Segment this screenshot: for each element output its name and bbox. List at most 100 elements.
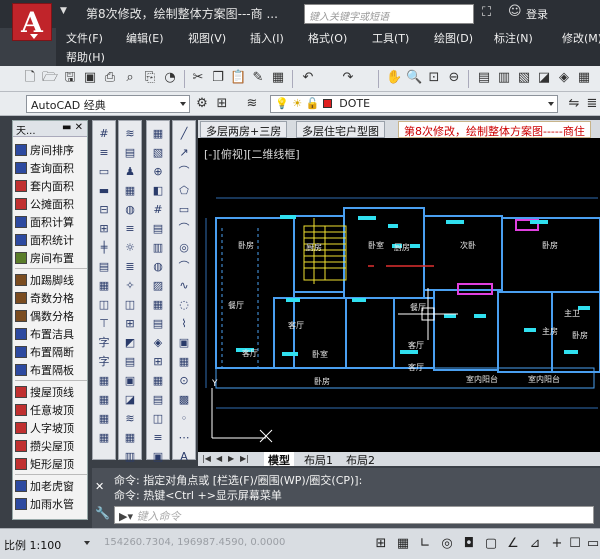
- tool-icon[interactable]: ▤: [97, 260, 111, 274]
- tool-icon[interactable]: ≣: [123, 260, 137, 274]
- menu-dimension[interactable]: 标注(N): [494, 30, 533, 46]
- tool-icon[interactable]: ◎: [177, 241, 191, 255]
- panel-item[interactable]: 面积统计: [15, 231, 87, 249]
- command-input[interactable]: ▶▾ 键入命令: [114, 506, 594, 524]
- menu-edit[interactable]: 编辑(E): [126, 30, 164, 46]
- markup-icon[interactable]: ◈: [556, 70, 572, 86]
- new-file-icon[interactable]: 🗋: [22, 70, 38, 86]
- user-icon[interactable]: ☺: [508, 4, 522, 19]
- tool-icon[interactable]: ◫: [97, 298, 111, 312]
- first-layout-icon[interactable]: |◀: [202, 453, 212, 465]
- panel-item[interactable]: 偶数分格: [15, 307, 87, 325]
- tool-icon[interactable]: ⌒: [177, 165, 191, 179]
- menu-modify[interactable]: 修改(M): [562, 30, 600, 46]
- transparency-icon[interactable]: ☐: [566, 535, 584, 553]
- properties-icon[interactable]: ▤: [476, 70, 492, 86]
- tool-icon[interactable]: ⊞: [97, 222, 111, 236]
- tool-icon[interactable]: ◍: [151, 260, 165, 274]
- search-input[interactable]: 键入关键字或短语: [304, 4, 474, 24]
- panel-item[interactable]: 公摊面积: [15, 195, 87, 213]
- panel-item[interactable]: 加老虎窗: [15, 477, 87, 495]
- layer-properties-icon[interactable]: ≋: [244, 96, 260, 112]
- menu-format[interactable]: 格式(O): [308, 30, 347, 46]
- close-icon[interactable]: ✕: [95, 480, 104, 493]
- grid-display-icon[interactable]: ▦: [394, 535, 412, 553]
- tool-icon[interactable]: ▭: [177, 203, 191, 217]
- last-layout-icon[interactable]: ▶|: [240, 453, 250, 465]
- panel-item[interactable]: 人字坡顶: [15, 419, 87, 437]
- layer-previous-icon[interactable]: ≣: [584, 96, 600, 112]
- tool-icon[interactable]: ▦: [151, 374, 165, 388]
- tool-icon[interactable]: ≋: [123, 412, 137, 426]
- object-snap-icon[interactable]: ◘: [460, 535, 478, 553]
- tool-icon[interactable]: A: [177, 450, 191, 464]
- match-properties-icon[interactable]: ✎: [250, 70, 266, 86]
- menu-insert[interactable]: 插入(I): [250, 30, 284, 46]
- panel-item[interactable]: 攒尖屋顶: [15, 437, 87, 455]
- drawing-canvas[interactable]: [-][俯视][二维线框] Y 卧房 厨房 卧室 厨房 次卧 卧房 餐厅 餐厅 …: [198, 138, 600, 452]
- dynamic-input-icon[interactable]: ⊿: [526, 535, 544, 553]
- menu-help[interactable]: 帮助(H): [66, 49, 105, 65]
- tool-icon[interactable]: #: [97, 127, 111, 141]
- wrench-icon[interactable]: 🔧: [95, 506, 110, 520]
- menu-file[interactable]: 文件(F): [66, 30, 103, 46]
- workspace-select[interactable]: AutoCAD 经典: [26, 95, 190, 113]
- dynamic-ucs-icon[interactable]: ∠: [504, 535, 522, 553]
- 3d-object-snap-icon[interactable]: ▢: [482, 535, 500, 553]
- tool-icon[interactable]: ⌇: [177, 317, 191, 331]
- tab-doc-1[interactable]: 多层两房+三房: [200, 121, 288, 138]
- tool-icon[interactable]: ▦: [151, 127, 165, 141]
- chevron-down-icon[interactable]: [84, 541, 90, 545]
- tool-icon[interactable]: ▦: [123, 431, 137, 445]
- panel-item[interactable]: 矩形屋顶: [15, 455, 87, 473]
- tool-icon[interactable]: ▣: [123, 374, 137, 388]
- tool-icon[interactable]: ╱: [177, 127, 191, 141]
- panel-header[interactable]: 天... ▬ ✕: [13, 121, 87, 137]
- cut-icon[interactable]: ✂: [190, 70, 206, 86]
- save-icon[interactable]: 🖫: [62, 70, 78, 86]
- tab-model[interactable]: 模型: [264, 452, 294, 467]
- workspace-switch-icon[interactable]: ⊞: [214, 96, 230, 112]
- menu-tools[interactable]: 工具(T): [372, 30, 409, 46]
- paste-icon[interactable]: 📋: [230, 70, 246, 86]
- tool-icon[interactable]: ▦: [97, 393, 111, 407]
- panel-item[interactable]: 加踢脚线: [15, 271, 87, 289]
- tool-icon[interactable]: ⋯: [177, 431, 191, 445]
- tool-icon[interactable]: ▤: [123, 146, 137, 160]
- quick-access-dropdown-icon[interactable]: ▼: [60, 6, 67, 16]
- workspace-settings-icon[interactable]: ⚙: [194, 96, 210, 112]
- tool-icon[interactable]: ◌: [177, 298, 191, 312]
- tool-icon[interactable]: ▥: [151, 241, 165, 255]
- tool-icon[interactable]: ✧: [123, 279, 137, 293]
- tool-icon[interactable]: ▣: [151, 450, 165, 464]
- make-current-layer-icon[interactable]: ⇋: [566, 96, 582, 112]
- tool-icon[interactable]: ◪: [123, 393, 137, 407]
- polar-tracking-icon[interactable]: ◎: [438, 535, 456, 553]
- tool-icon[interactable]: ▦: [97, 412, 111, 426]
- tool-icon[interactable]: ⊙: [177, 374, 191, 388]
- panel-item[interactable]: 布置洁具: [15, 325, 87, 343]
- tool-icon[interactable]: ▥: [123, 450, 137, 464]
- redo-icon[interactable]: ↷: [340, 70, 356, 86]
- design-center-icon[interactable]: ▥: [496, 70, 512, 86]
- tool-icon[interactable]: ▭: [97, 165, 111, 179]
- tool-icon[interactable]: ◫: [123, 298, 137, 312]
- panel-item[interactable]: 任意坡顶: [15, 401, 87, 419]
- preview-icon[interactable]: ⌕: [122, 70, 138, 86]
- panel-item[interactable]: 布置隔断: [15, 343, 87, 361]
- tool-icon[interactable]: ⊞: [123, 317, 137, 331]
- tool-icon[interactable]: ⊕: [151, 165, 165, 179]
- tab-layout1[interactable]: 布局1: [300, 452, 337, 467]
- panel-item[interactable]: 房间布置: [15, 249, 87, 267]
- panel-item[interactable]: 查询面积: [15, 159, 87, 177]
- panel-item[interactable]: 搜屋顶线: [15, 383, 87, 401]
- tool-icon[interactable]: ▤: [123, 355, 137, 369]
- zoom-previous-icon[interactable]: ⊖: [446, 70, 462, 86]
- block-editor-icon[interactable]: ▦: [270, 70, 286, 86]
- tool-icon[interactable]: ▦: [151, 298, 165, 312]
- panel-item[interactable]: 加雨水管: [15, 495, 87, 513]
- tool-icon[interactable]: ≋: [123, 127, 137, 141]
- publish-icon[interactable]: ⎘: [142, 70, 158, 86]
- tool-icon[interactable]: ▦: [97, 279, 111, 293]
- panel-item[interactable]: 奇数分格: [15, 289, 87, 307]
